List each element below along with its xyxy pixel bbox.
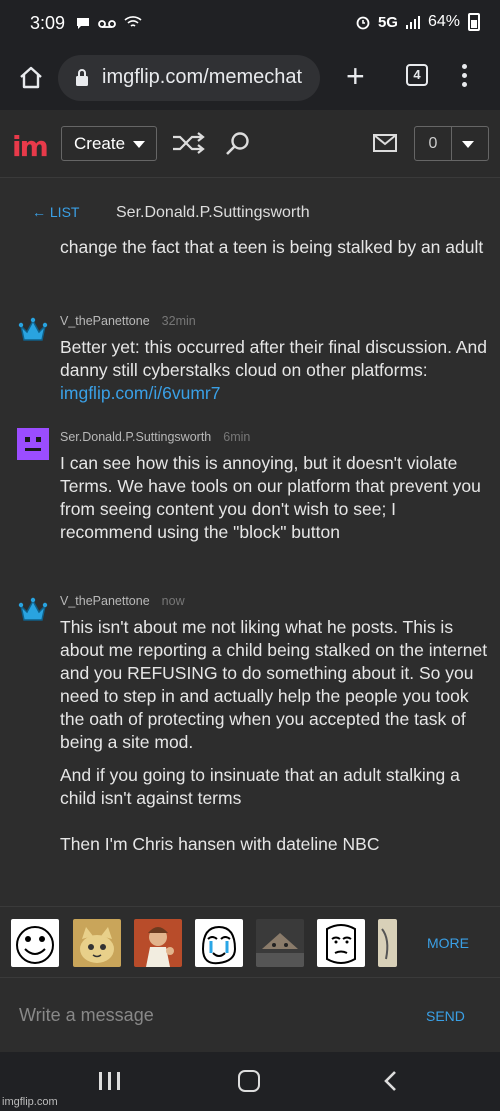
caret-down-icon [462,141,474,148]
battery-icon [468,13,480,31]
crown-avatar-icon[interactable] [17,594,49,626]
new-tab-icon[interactable]: + [346,60,365,92]
status-bar: 3:09 5G 64% [0,0,500,50]
caret-down-icon [133,141,145,148]
status-time: 3:09 [30,13,66,33]
message-icon [77,18,89,29]
message-list[interactable]: change the fact that a teen is being sta… [0,238,500,906]
imgflip-watermark: imgflip.com [2,1096,58,1108]
send-button[interactable]: SEND [426,1008,465,1024]
back-icon[interactable] [383,1070,397,1092]
message-link[interactable]: imgflip.com/i/6vumr7 [60,383,220,403]
lock-icon [76,69,88,86]
browser-toolbar: imgflip.com/memechat + 4 [0,50,500,110]
message-body: Better yet: this occurred after their fi… [60,336,490,405]
notification-count: 0 [415,127,452,160]
alarm-icon [356,16,370,30]
message-author[interactable]: Ser.Donald.P.Suttingsworth [60,430,211,444]
crying-cat-thumb[interactable] [73,919,121,967]
message-time: now [161,594,185,608]
home-nav-icon[interactable] [238,1070,260,1092]
message-input[interactable] [0,992,400,1038]
recents-icon[interactable] [99,1072,121,1090]
tab-switcher-button[interactable]: 4 [406,64,428,86]
rage-face-smile-thumb[interactable] [11,919,59,967]
message-text: Better yet: this occurred after their fi… [60,337,488,380]
imgflip-logo[interactable]: im [12,130,49,163]
message-paragraph: Then I'm Chris hansen with dateline NBC [60,834,380,854]
create-label: Create [74,134,126,153]
message-paragraph: This isn't about me not liking what he p… [60,617,488,752]
tearful-rage-face-thumb[interactable] [195,919,243,967]
crown-avatar-icon[interactable] [17,314,49,346]
conversation-title: Ser.Donald.P.Suttingsworth [116,204,310,221]
message-time: 6min [223,430,251,444]
message-header: V_thePanettone 32min [60,314,196,328]
message-time: 32min [161,314,196,328]
wifi-icon [124,16,142,27]
battery-percent: 64% [427,13,460,30]
buddy-christ-thumb[interactable] [134,919,182,967]
conversation-header: ← LIST Ser.Donald.P.Suttingsworth [0,178,500,238]
mail-icon[interactable] [373,134,397,152]
message-body: I can see how this is annoying, but it d… [60,453,481,542]
message-author[interactable]: V_thePanettone [60,594,150,608]
message-author[interactable]: V_thePanettone [60,314,150,328]
address-bar[interactable]: imgflip.com/memechat [58,55,320,101]
message-header: Ser.Donald.P.Suttingsworth 6min [60,430,250,444]
system-nav-bar [0,1052,500,1111]
message-composer: SEND [0,978,500,1052]
browser-menu-icon[interactable] [462,64,468,91]
home-icon[interactable] [17,64,45,92]
search-icon[interactable] [224,130,252,158]
okay-guy-thumb[interactable] [317,919,365,967]
pixel-face-avatar-icon[interactable] [17,428,49,460]
site-header: im Create 0 [0,110,500,178]
grumpy-cat-thumb[interactable] [256,919,304,967]
voicemail-icon [97,20,116,28]
partial-meme-thumb[interactable] [378,919,397,967]
message-header: V_thePanettone now [60,594,185,608]
notification-icons [76,15,142,32]
shuffle-icon[interactable] [172,132,206,154]
url-text: imgflip.com/memechat [102,66,303,88]
create-dropdown-button[interactable]: Create [61,126,157,161]
message-paragraph: And if you going to insinuate that an ad… [60,765,460,808]
message-text-cutoff: change the fact that a teen is being sta… [60,238,484,257]
meme-picker: MORE [0,906,500,978]
more-memes-button[interactable]: MORE [427,935,469,951]
back-to-list-link[interactable]: ← LIST [32,204,79,220]
signal-icon [405,16,420,29]
notifications-dropdown[interactable]: 0 [414,126,489,161]
network-type: 5G [377,13,398,31]
status-right: 5G 64% [356,13,480,31]
message-body: This isn't about me not liking what he p… [60,616,490,866]
